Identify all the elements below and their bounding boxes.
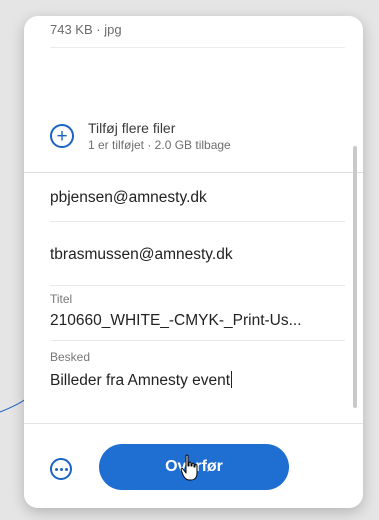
- recipient-email-field[interactable]: pbjensen@amnesty.dk: [50, 173, 345, 222]
- add-more-files-button[interactable]: + Tilføj flere filer 1 er tilføjet · 2.0…: [50, 120, 231, 152]
- plus-circle-icon: +: [50, 124, 74, 148]
- message-field[interactable]: Besked Billeder fra Amnesty event: [50, 341, 345, 419]
- recipient-email-field[interactable]: tbrasmussen@amnesty.dk: [50, 222, 345, 286]
- file-meta: 743 KB · jpg: [50, 22, 122, 37]
- message-text: Billeder fra Amnesty event: [50, 372, 231, 389]
- transfer-label: Overfør: [165, 458, 223, 475]
- title-field[interactable]: Titel 210660_WHITE_-CMYK-_Print-Us...: [50, 286, 345, 341]
- transfer-panel: 743 KB · jpg + Tilføj flere filer 1 er t…: [24, 16, 363, 508]
- title-input: 210660_WHITE_-CMYK-_Print-Us...: [50, 312, 302, 329]
- scrollbar[interactable]: [353, 146, 357, 408]
- recipient-email: tbrasmussen@amnesty.dk: [50, 246, 233, 263]
- add-files-title: Tilføj flere filer: [88, 120, 176, 136]
- more-options-icon[interactable]: [50, 458, 72, 480]
- divider: [50, 47, 345, 48]
- message-input: Billeder fra Amnesty event: [50, 371, 233, 390]
- add-files-subtitle: 1 er tilføjet · 2.0 GB tilbage: [88, 138, 231, 152]
- recipient-email: pbjensen@amnesty.dk: [50, 189, 207, 206]
- message-label: Besked: [50, 350, 91, 364]
- transfer-button[interactable]: Overfør: [99, 444, 289, 490]
- text-caret: [231, 371, 233, 388]
- action-bar: Overfør: [24, 423, 363, 508]
- title-label: Titel: [50, 292, 73, 306]
